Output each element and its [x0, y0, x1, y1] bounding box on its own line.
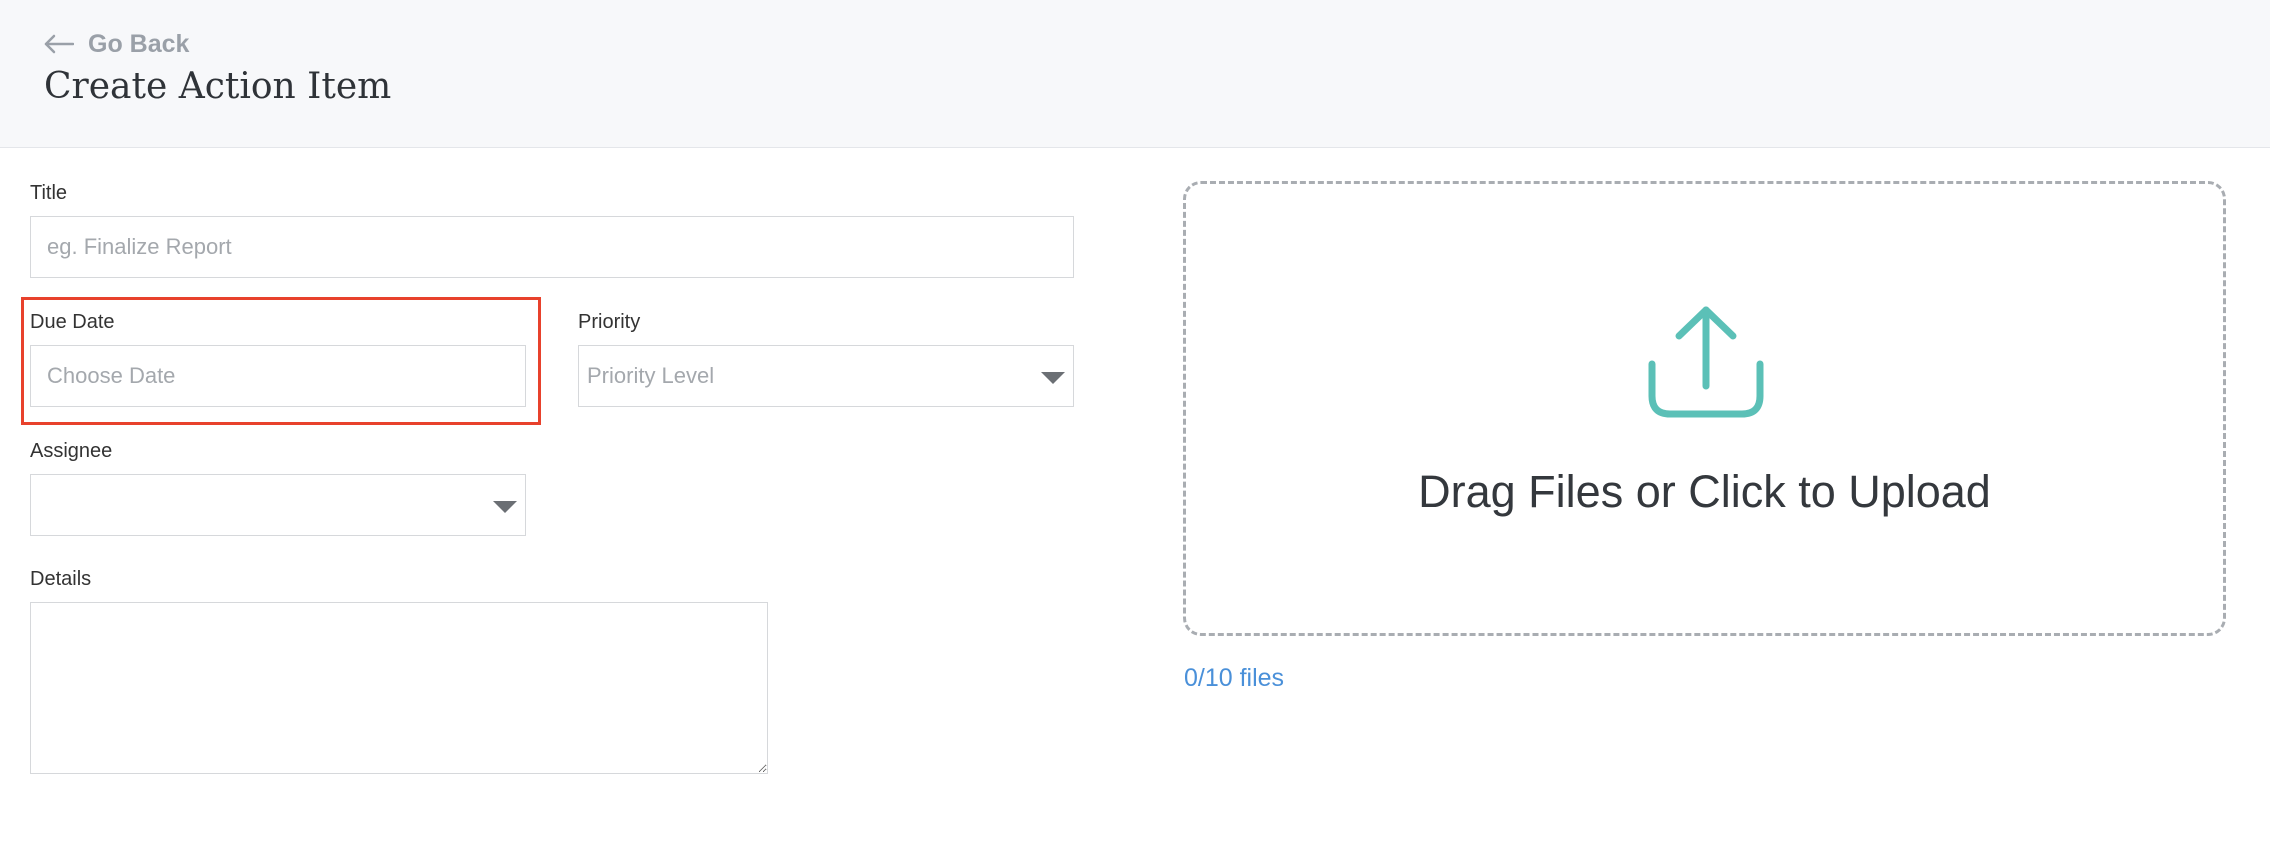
files-count: 0/10 files: [1184, 664, 1285, 692]
dropzone-prompt: Drag Files or Click to Upload: [1418, 466, 1991, 517]
due-date-label: Due Date: [30, 311, 115, 333]
details-label: Details: [30, 568, 92, 590]
assignee-label: Assignee: [30, 440, 113, 462]
arrow-left-icon: [44, 34, 74, 54]
chevron-down-icon: [1041, 372, 1065, 384]
file-dropzone[interactable]: Drag Files or Click to Upload: [1183, 181, 2226, 636]
due-date-input[interactable]: [30, 345, 526, 407]
page-title: Create Action Item: [44, 66, 392, 107]
priority-select-value: Priority Level: [587, 363, 715, 388]
title-label: Title: [30, 182, 68, 204]
chevron-down-icon: [493, 501, 517, 513]
priority-select[interactable]: Priority Level: [578, 345, 1074, 407]
priority-label: Priority: [578, 311, 641, 333]
assignee-select[interactable]: [30, 474, 526, 536]
details-textarea[interactable]: [30, 602, 768, 774]
page-header: Go Back Create Action Item: [0, 0, 2270, 148]
go-back-label: Go Back: [88, 29, 190, 58]
upload-icon: [1648, 306, 1764, 418]
go-back-link[interactable]: Go Back: [44, 26, 189, 62]
title-input[interactable]: [30, 216, 1074, 278]
